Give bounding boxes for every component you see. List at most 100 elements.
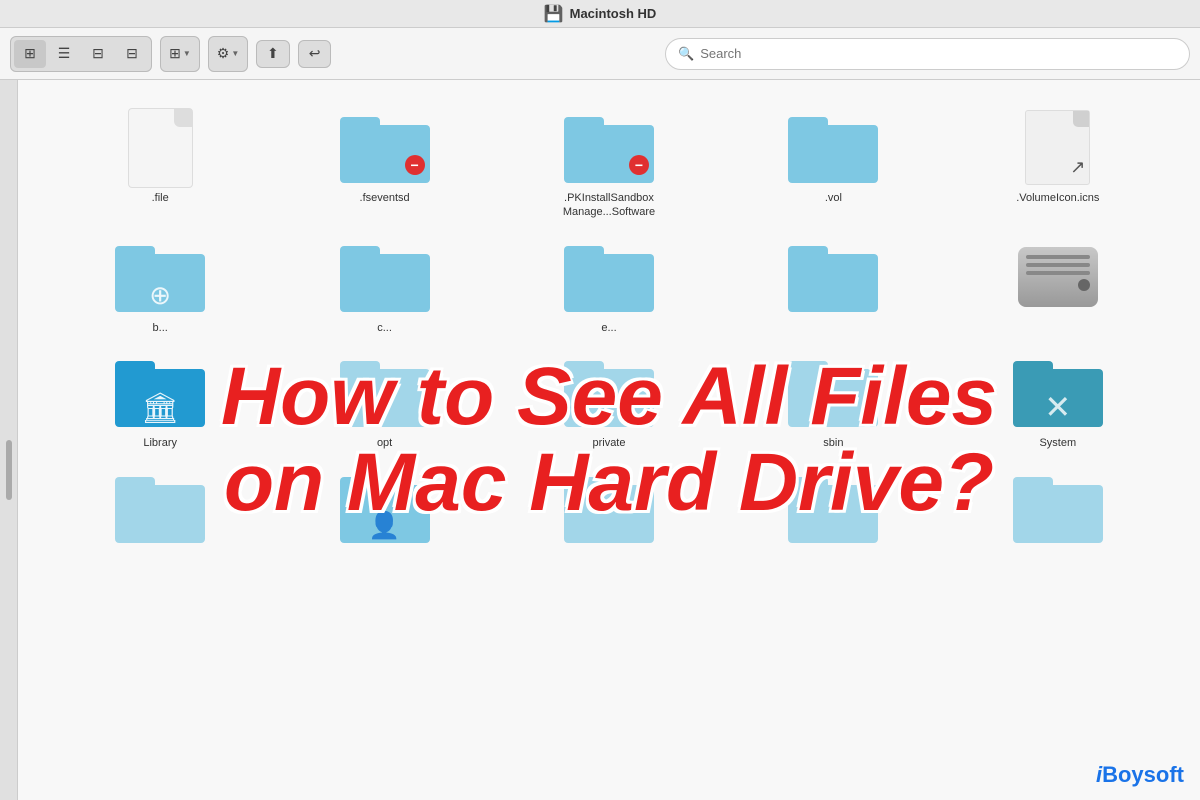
window-title: 💾 Macintosh HD bbox=[544, 4, 657, 24]
file-label: e... bbox=[601, 321, 616, 335]
file-label: sbin bbox=[823, 436, 843, 450]
file-icon-row4-2: 👤 bbox=[340, 470, 430, 545]
file-label: .vol bbox=[825, 191, 842, 205]
list-item[interactable] bbox=[48, 460, 272, 561]
gear-button[interactable]: ⚙ ▼ bbox=[212, 40, 244, 68]
folder-restricted-badge: − bbox=[629, 155, 649, 175]
file-label: b... bbox=[153, 321, 168, 335]
search-input[interactable] bbox=[700, 46, 1177, 61]
list-item[interactable]: ↗ .VolumeIcon.icns bbox=[946, 100, 1170, 230]
list-item[interactable] bbox=[946, 460, 1170, 561]
list-item[interactable]: private bbox=[497, 345, 721, 460]
folder-shape bbox=[564, 242, 654, 312]
file-icon-e bbox=[564, 240, 654, 315]
search-icon: 🔍 bbox=[678, 46, 694, 62]
folder-shape bbox=[340, 357, 430, 427]
file-label: private bbox=[592, 436, 625, 450]
file-icon-pkinstall: − bbox=[564, 110, 654, 185]
file-icon-c bbox=[340, 240, 430, 315]
list-item[interactable]: opt bbox=[272, 345, 496, 460]
hard-drive-shape bbox=[1018, 247, 1098, 307]
main-content: .file − .fseventsd − .PKInstallSandboxMa… bbox=[0, 80, 1200, 800]
user-icon: 👤 bbox=[368, 510, 400, 541]
list-item[interactable]: 👤 bbox=[272, 460, 496, 561]
file-label: System bbox=[1039, 436, 1076, 450]
list-item[interactable]: c... bbox=[272, 230, 496, 345]
watermark: iBoysoft bbox=[1096, 762, 1184, 788]
file-icon-opt bbox=[340, 355, 430, 430]
list-item[interactable] bbox=[721, 460, 945, 561]
list-item[interactable] bbox=[721, 230, 945, 345]
list-item[interactable]: − .PKInstallSandboxManage...Software bbox=[497, 100, 721, 230]
arrow-icon: ↗ bbox=[1070, 157, 1085, 178]
icon-view-button[interactable]: ⊞ bbox=[14, 40, 46, 68]
hd-stripe bbox=[1026, 271, 1090, 275]
folder-restricted-badge: − bbox=[405, 155, 425, 175]
file-label: c... bbox=[377, 321, 392, 335]
file-label: .VolumeIcon.icns bbox=[1016, 191, 1099, 205]
library-icon: 🏛 bbox=[141, 391, 179, 426]
hd-stripe bbox=[1026, 255, 1090, 259]
list-item[interactable] bbox=[497, 460, 721, 561]
list-view-button[interactable]: ☰ bbox=[48, 40, 80, 68]
list-item[interactable]: .vol bbox=[721, 100, 945, 230]
cover-view-button[interactable]: ⊟ bbox=[116, 40, 148, 68]
folder-shape bbox=[115, 473, 205, 543]
system-icon: ✕ bbox=[1044, 388, 1071, 426]
file-browser: .file − .fseventsd − .PKInstallSandboxMa… bbox=[18, 80, 1200, 800]
list-item[interactable]: .file bbox=[48, 100, 272, 230]
folder-shape bbox=[564, 473, 654, 543]
file-label: opt bbox=[377, 436, 392, 450]
folder-shape bbox=[788, 357, 878, 427]
file-icon-system: ✕ bbox=[1013, 355, 1103, 430]
folder-shape bbox=[340, 242, 430, 312]
file-icon-volumeicon: ↗ bbox=[1013, 110, 1103, 185]
hd-circle bbox=[1078, 279, 1090, 291]
file-label: .fseventsd bbox=[360, 191, 410, 205]
file-icon-plain bbox=[788, 240, 878, 315]
search-bar[interactable]: 🔍 bbox=[665, 38, 1190, 70]
file-icon-row4-3 bbox=[564, 470, 654, 545]
file-icon-row4-1 bbox=[115, 470, 205, 545]
column-view-button[interactable]: ⊟ bbox=[82, 40, 114, 68]
folder-shape bbox=[788, 113, 878, 183]
group-button-group: ⊞ ▼ bbox=[160, 36, 200, 72]
view-mode-group: ⊞ ☰ ⊟ ⊟ bbox=[10, 36, 152, 72]
hd-title-icon: 💾 bbox=[544, 4, 564, 24]
file-icon-harddrive bbox=[1013, 240, 1103, 315]
watermark-suffix: Boysoft bbox=[1102, 762, 1184, 787]
action-button-group: ⚙ ▼ bbox=[208, 36, 248, 72]
window-title-text: Macintosh HD bbox=[570, 6, 657, 21]
file-icon-appstore: ⊕ bbox=[115, 240, 205, 315]
group-button[interactable]: ⊞ ▼ bbox=[164, 40, 196, 68]
scroll-thumb[interactable] bbox=[6, 440, 12, 500]
file-icon-file bbox=[115, 110, 205, 185]
folder-shape bbox=[564, 357, 654, 427]
list-item[interactable]: ✕ System bbox=[946, 345, 1170, 460]
share-button[interactable]: ⬆ bbox=[256, 40, 290, 68]
folder-shape bbox=[788, 473, 878, 543]
file-icon-fseventsd: − bbox=[340, 110, 430, 185]
file-grid: .file − .fseventsd − .PKInstallSandboxMa… bbox=[18, 80, 1200, 581]
back-button[interactable]: ↩ bbox=[298, 40, 332, 68]
list-item[interactable]: − .fseventsd bbox=[272, 100, 496, 230]
folder-shape bbox=[1013, 473, 1103, 543]
file-icon-library: 🏛 bbox=[115, 355, 205, 430]
file-label: Library bbox=[143, 436, 177, 450]
file-icon-row4-5 bbox=[1013, 470, 1103, 545]
list-item[interactable]: 🏛 Library bbox=[48, 345, 272, 460]
file-icon-sbin bbox=[788, 355, 878, 430]
volume-icon-doc: ↗ bbox=[1025, 110, 1090, 185]
appstore-icon: ⊕ bbox=[149, 280, 171, 311]
list-item[interactable]: sbin bbox=[721, 345, 945, 460]
list-item[interactable]: e... bbox=[497, 230, 721, 345]
toolbar: ⊞ ☰ ⊟ ⊟ ⊞ ▼ ⚙ ▼ ⬆ ↩ 🔍 bbox=[0, 28, 1200, 80]
folder-shape bbox=[788, 242, 878, 312]
list-item[interactable] bbox=[946, 230, 1170, 345]
list-item[interactable]: ⊕ b... bbox=[48, 230, 272, 345]
title-bar: 💾 Macintosh HD bbox=[0, 0, 1200, 28]
file-icon-private bbox=[564, 355, 654, 430]
sidebar-scroll[interactable] bbox=[0, 80, 18, 800]
file-icon-vol bbox=[788, 110, 878, 185]
document-shape bbox=[128, 108, 193, 188]
